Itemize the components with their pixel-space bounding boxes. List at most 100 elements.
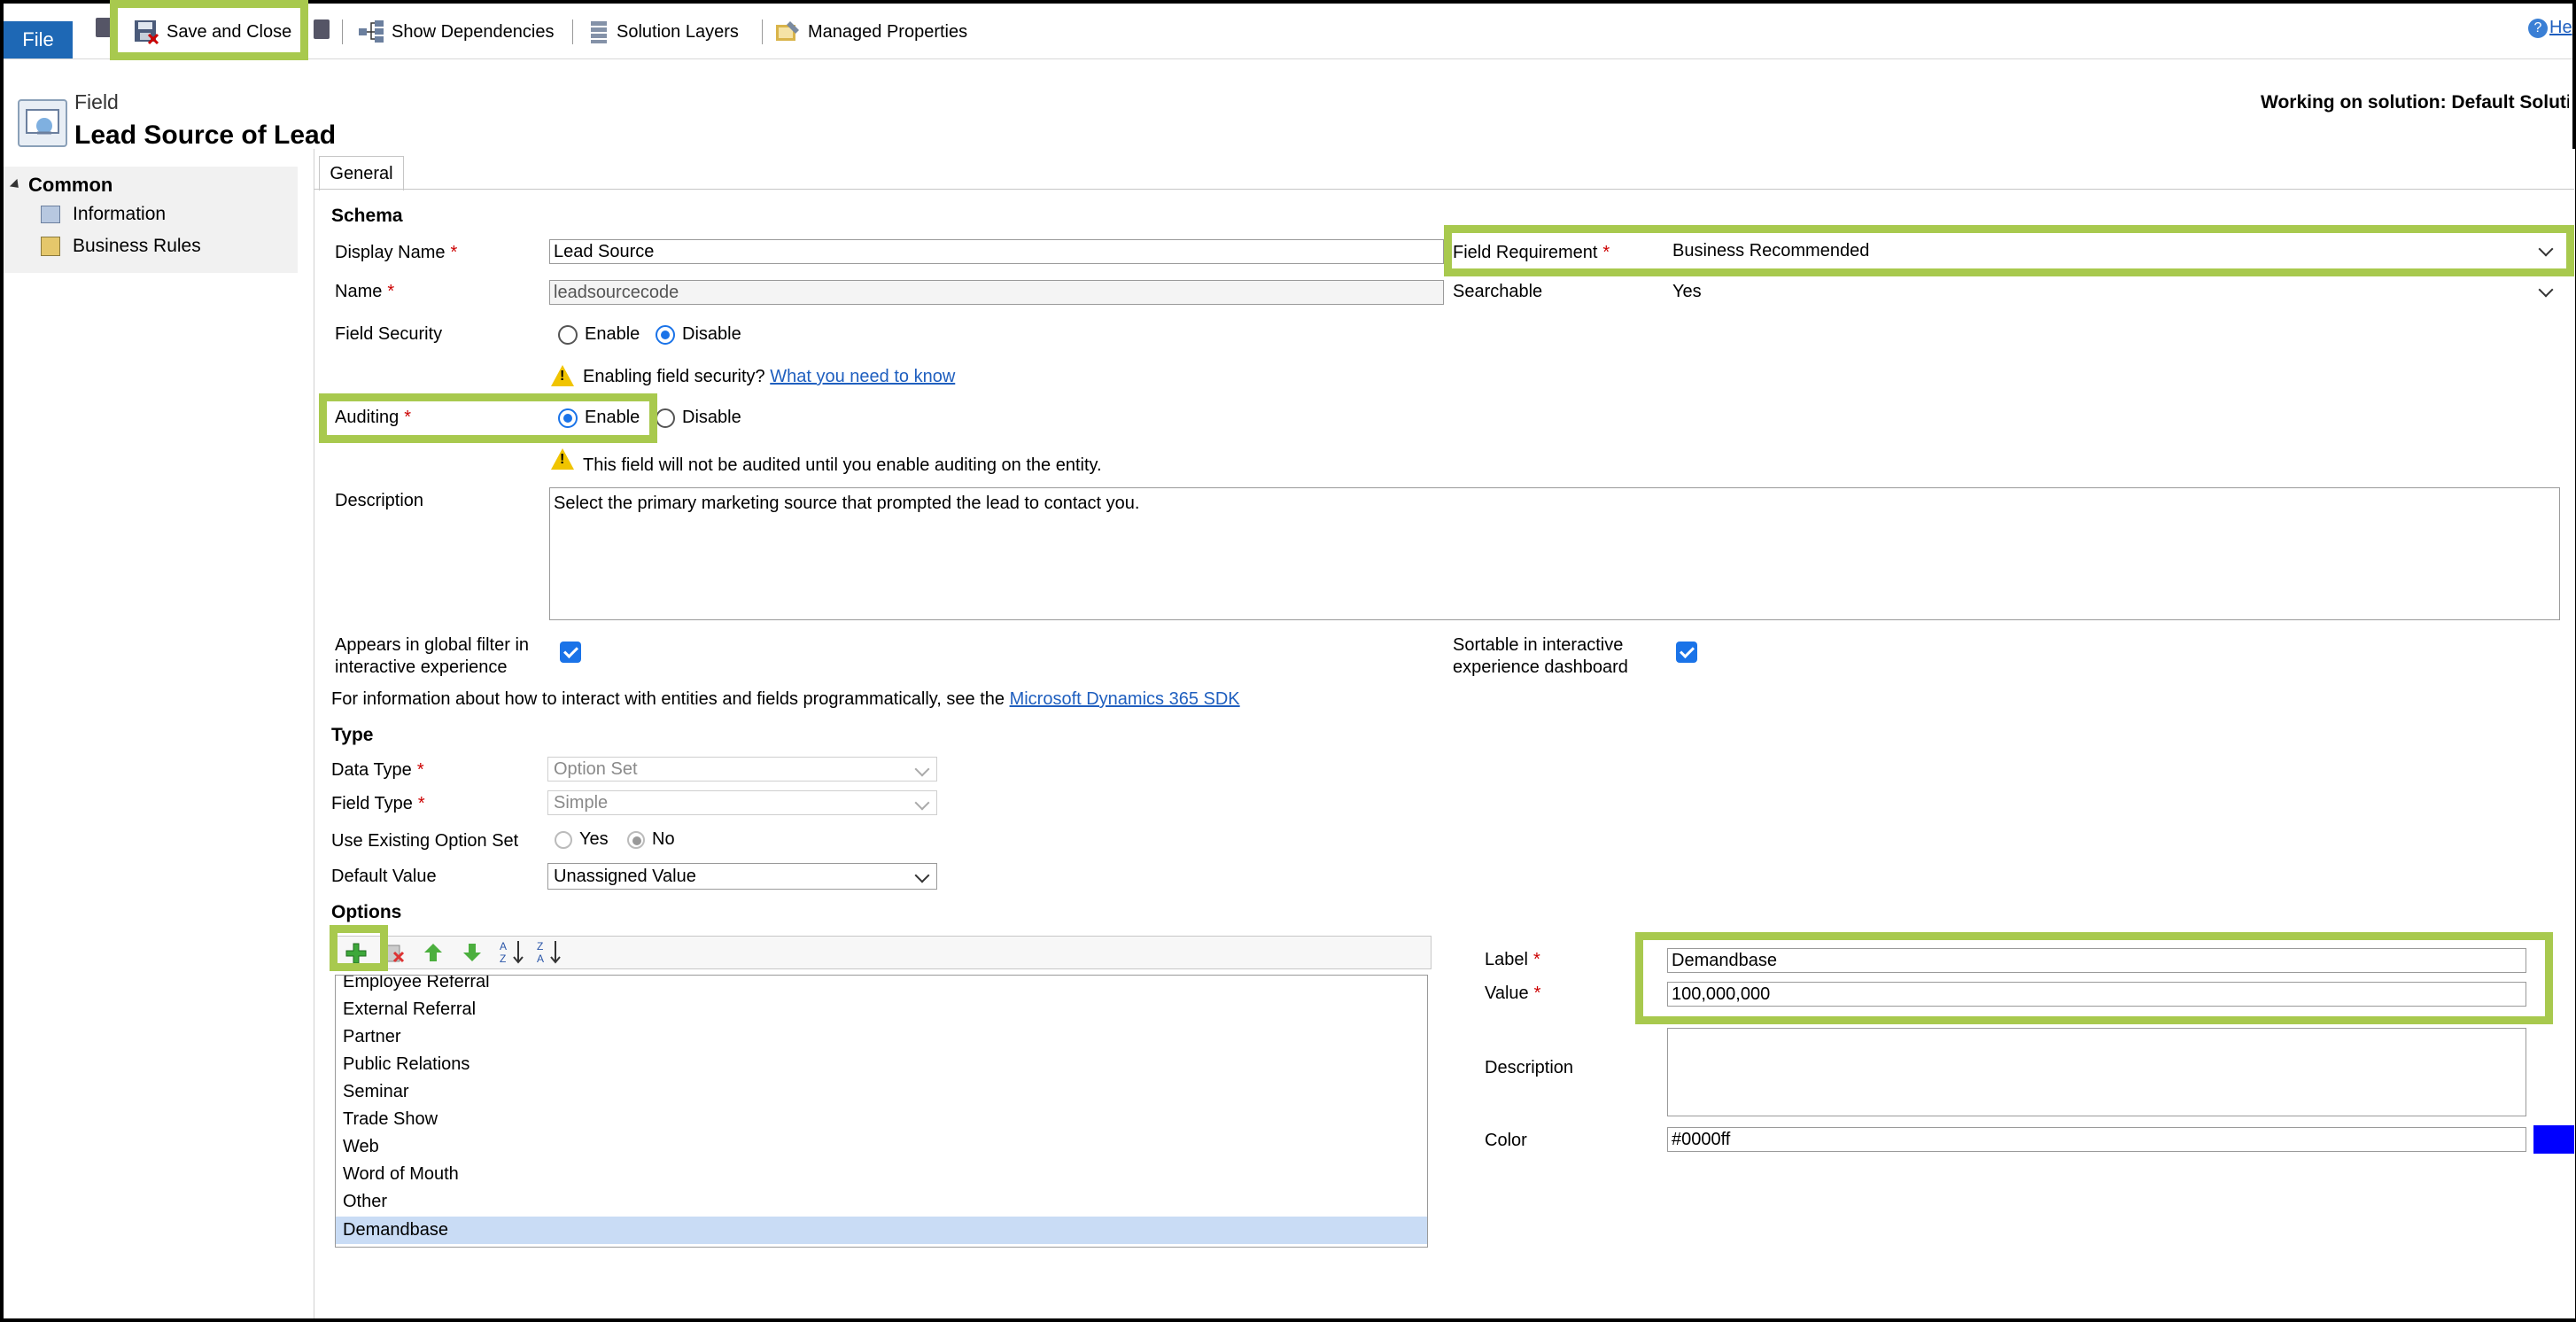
default-value-label: Default Value (331, 867, 437, 886)
field-entity-icon (18, 99, 67, 147)
solution-layers-button[interactable]: Solution Layers (588, 14, 739, 50)
svg-text:A: A (500, 940, 507, 953)
list-item[interactable]: Word of Mouth (336, 1161, 1427, 1188)
existing-no-radio[interactable] (627, 831, 645, 849)
list-item[interactable]: Seminar (336, 1078, 1427, 1106)
sdk-note: For information about how to interact wi… (331, 689, 1240, 709)
warning-icon (551, 448, 574, 470)
field-requirement-select[interactable]: Business Recommended (1667, 237, 2560, 264)
list-item[interactable]: Employee Referral (336, 976, 1427, 996)
option-description-label: Description (1485, 1058, 1574, 1077)
global-filter-checkbox[interactable] (560, 642, 581, 663)
data-type-label: Data Type * (331, 760, 424, 780)
what-you-need-to-know-link[interactable]: What you need to know (770, 367, 955, 386)
field-security-enable-label: Enable (585, 324, 640, 344)
list-item[interactable]: Web (336, 1133, 1427, 1161)
arrow-down-icon (463, 944, 481, 961)
move-up-button[interactable] (423, 942, 444, 968)
display-name-label: Display Name * (335, 243, 458, 262)
type-heading: Type (331, 725, 374, 745)
list-item[interactable]: Trade Show (336, 1106, 1427, 1133)
entity-type-label: Field (74, 90, 119, 113)
warning-icon (551, 365, 574, 386)
global-filter-label: Appears in global filter in interactive e… (335, 635, 530, 677)
dependencies-icon (359, 20, 384, 43)
data-type-select[interactable]: Option Set (547, 757, 937, 782)
option-description-textarea[interactable] (1667, 1028, 2526, 1116)
option-label-input[interactable] (1667, 948, 2526, 973)
color-swatch[interactable] (2533, 1125, 2574, 1154)
description-textarea[interactable]: Select the primary marketing source that… (549, 487, 2560, 620)
name-label: Name * (335, 282, 395, 301)
svg-text:Z: Z (500, 953, 506, 965)
option-color-label: Color (1485, 1131, 1527, 1150)
chevron-down-icon (914, 867, 930, 883)
help-button[interactable]: ? He (2528, 18, 2572, 38)
default-value-select[interactable]: Unassigned Value (547, 863, 937, 890)
list-item[interactable]: Public Relations (336, 1051, 1427, 1078)
list-item[interactable]: External Referral (336, 996, 1427, 1023)
page-title: Lead Source of Lead (74, 121, 337, 150)
managed-properties-label: Managed Properties (808, 21, 968, 42)
save-icon[interactable] (96, 18, 112, 37)
tab-divider (314, 189, 2574, 190)
nav-group-common[interactable]: Common (9, 174, 113, 197)
field-security-enable-radio[interactable] (558, 325, 578, 345)
searchable-select[interactable]: Yes (1667, 278, 2560, 305)
managed-properties-button[interactable]: Managed Properties (774, 14, 967, 50)
existing-yes-radio[interactable] (555, 831, 572, 849)
option-label-label: Label * (1485, 950, 1540, 969)
field-type-label: Field Type * (331, 794, 425, 813)
tab-general[interactable]: General (319, 156, 404, 191)
file-button[interactable]: File (4, 21, 73, 58)
chevron-down-icon (2538, 282, 2554, 298)
show-dependencies-label: Show Dependencies (392, 21, 555, 42)
help-label: He (2549, 18, 2572, 37)
nav-item-information[interactable]: Information (41, 204, 166, 225)
field-type-select[interactable]: Simple (547, 790, 937, 815)
plus-icon (345, 943, 367, 964)
sortable-checkbox[interactable] (1676, 642, 1697, 663)
schema-heading: Schema (331, 206, 403, 226)
save-as-icon[interactable] (314, 19, 330, 39)
sortable-label: Sortable in interactive experience dashbo… (1453, 635, 1628, 677)
chevron-down-icon (914, 761, 930, 777)
list-item[interactable]: Partner (336, 1023, 1427, 1051)
field-security-disable-radio[interactable] (656, 325, 675, 345)
delete-icon (386, 945, 405, 963)
sort-az-icon: AZ (500, 940, 524, 965)
display-name-input[interactable] (549, 239, 1444, 264)
move-down-button[interactable] (462, 942, 483, 968)
option-color-input[interactable] (1667, 1127, 2526, 1152)
options-list[interactable]: Employee Referral External Referral Part… (335, 975, 1428, 1248)
save-and-close-button[interactable]: Save and Close (133, 14, 291, 50)
list-item[interactable]: Other (336, 1188, 1427, 1216)
options-heading: Options (331, 902, 402, 922)
collapse-triangle-icon (9, 178, 23, 192)
managed-properties-icon (776, 21, 799, 41)
save-close-icon (135, 20, 159, 45)
field-security-label: Field Security (335, 324, 443, 344)
sort-ascending-button[interactable]: AZ (499, 938, 525, 969)
field-requirement-label: Field Requirement * (1453, 243, 1610, 262)
chevron-down-icon (914, 795, 930, 811)
show-dependencies-button[interactable]: Show Dependencies (358, 14, 554, 50)
add-option-button[interactable] (345, 942, 368, 965)
name-input[interactable] (549, 280, 1444, 305)
option-value-input[interactable] (1667, 982, 2526, 1007)
nav-item-label: Information (73, 204, 167, 224)
auditing-enable-radio[interactable] (558, 408, 578, 428)
help-icon: ? (2528, 18, 2548, 38)
auditing-disable-radio[interactable] (656, 408, 675, 428)
solution-layers-label: Solution Layers (617, 21, 739, 42)
svg-text:A: A (537, 953, 544, 965)
sdk-link[interactable]: Microsoft Dynamics 365 SDK (1010, 689, 1240, 709)
sort-descending-button[interactable]: ZA (536, 938, 563, 969)
delete-option-button[interactable] (384, 942, 405, 963)
business-rules-icon (41, 237, 60, 256)
description-label: Description (335, 491, 424, 510)
list-item-selected[interactable]: Demandbase (336, 1217, 1427, 1244)
ribbon-toolbar: File Save and Close Show Dependencies So… (4, 4, 2572, 59)
options-toolbar: AZ ZA (331, 936, 1432, 969)
nav-item-business-rules[interactable]: Business Rules (41, 236, 201, 257)
